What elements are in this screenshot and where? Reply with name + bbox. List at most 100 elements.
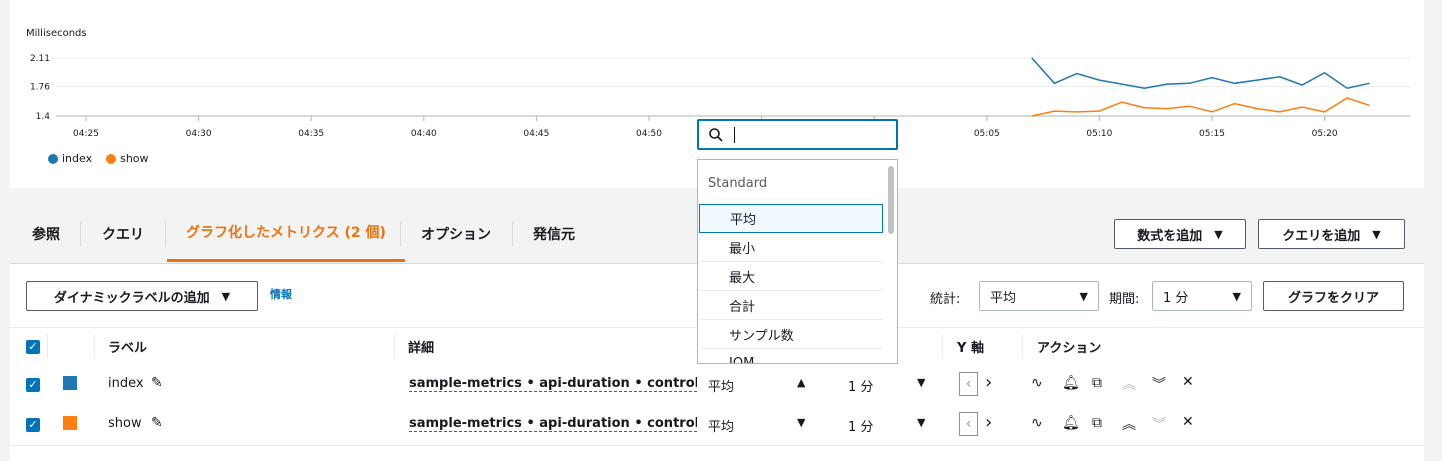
row-stat[interactable]: 平均	[708, 376, 734, 395]
tab-divider	[80, 221, 81, 247]
edit-icon[interactable]: ✎	[151, 375, 163, 391]
option-group-standard: Standard	[708, 176, 768, 191]
clear-graph-button[interactable]: グラフをクリア	[1263, 281, 1404, 311]
row-details[interactable]: sample-metrics • api-duration • controll…	[409, 416, 697, 432]
y-tick-label: 1.76	[30, 83, 50, 93]
x-tick-label: 04:35	[298, 129, 324, 139]
legend-item-show[interactable]: show	[106, 152, 149, 165]
row-stat[interactable]: 平均	[708, 416, 734, 435]
y-axis-label: Milliseconds	[26, 28, 87, 39]
tab-divider	[512, 221, 513, 247]
select-all-checkbox[interactable]: ✓	[26, 340, 40, 354]
caret-down-icon: ▼	[221, 289, 231, 303]
close-icon[interactable]: ✕	[1182, 414, 1194, 430]
stat-select[interactable]: 平均 ▼	[979, 281, 1099, 311]
column-divider	[394, 334, 395, 358]
edit-icon[interactable]: ✎	[151, 415, 163, 431]
x-tick-label: 04:50	[636, 129, 662, 139]
table-row: ✓ show ✎ sample-metrics • api-duration •…	[10, 405, 1424, 446]
series-line-index	[1031, 57, 1370, 90]
y-axis-right-icon[interactable]: ›	[985, 372, 992, 393]
caret-down-icon[interactable]: ▼	[797, 416, 805, 429]
option-sample-count[interactable]: サンプル数	[699, 320, 883, 349]
stat-label: 統計:	[930, 292, 961, 307]
move-up-icon[interactable]: ︽	[1122, 414, 1136, 434]
row-checkbox[interactable]: ✓	[26, 418, 40, 432]
search-icon	[709, 128, 723, 142]
statistic-dropdown: Standard 平均 最小 最大 合計 サンプル数 IQM	[697, 119, 898, 364]
table-row: ✓ index ✎ sample-metrics • api-duration …	[10, 365, 1424, 406]
move-down-icon[interactable]: ︾	[1152, 374, 1166, 394]
add-query-button[interactable]: クエリを追加 ▼	[1258, 219, 1405, 249]
period-select-value: 1 分	[1163, 290, 1189, 306]
add-query-label: クエリを追加	[1282, 228, 1361, 244]
tab-graphed-metrics[interactable]: グラフ化したメトリクス (2 個)	[167, 205, 405, 262]
dynamic-label-button[interactable]: ダイナミックラベルの追加 ▼	[26, 281, 258, 311]
caret-down-icon: ▼	[1372, 227, 1381, 241]
caret-up-icon[interactable]: ▲	[797, 376, 805, 389]
duplicate-icon[interactable]: ⧉	[1092, 415, 1102, 431]
y-axis-right-icon[interactable]: ›	[985, 412, 992, 433]
header-label: ラベル	[108, 341, 148, 356]
tab-divider	[165, 221, 166, 247]
color-swatch[interactable]	[63, 416, 77, 430]
tab-divider	[400, 221, 401, 247]
option-minimum[interactable]: 最小	[699, 233, 883, 262]
caret-down-icon: ▼	[1079, 289, 1088, 303]
column-divider	[47, 334, 48, 358]
x-tick-label: 05:15	[1199, 129, 1225, 139]
duplicate-icon[interactable]: ⧉	[1092, 375, 1102, 391]
header-y-axis: Y 軸	[957, 341, 984, 356]
y-axis-left-icon[interactable]: ‹	[959, 372, 978, 396]
y-axis-left-icon[interactable]: ‹	[959, 412, 978, 436]
period-label: 期間:	[1109, 292, 1140, 307]
legend-label-index: index	[62, 152, 93, 165]
scrollbar-thumb[interactable]	[888, 166, 894, 234]
row-period[interactable]: 1 分	[848, 416, 873, 435]
header-actions: アクション	[1037, 341, 1102, 356]
statistic-search-input[interactable]	[697, 119, 898, 150]
x-tick-label: 04:30	[186, 129, 212, 139]
option-sum[interactable]: 合計	[699, 291, 883, 320]
option-maximum[interactable]: 最大	[699, 262, 883, 291]
x-tick-label: 05:20	[1312, 129, 1338, 139]
row-label: index	[108, 376, 144, 391]
alarm-bell-icon[interactable]: 🔔︎	[1062, 375, 1080, 391]
tab-options[interactable]: オプション	[421, 205, 491, 262]
tab-browse[interactable]: 参照	[32, 205, 60, 262]
move-down-icon[interactable]: ︾	[1152, 414, 1166, 434]
column-divider	[94, 334, 95, 358]
tab-query[interactable]: クエリ	[102, 205, 144, 262]
row-label: show	[108, 416, 142, 431]
color-swatch[interactable]	[63, 376, 77, 390]
period-select[interactable]: 1 分 ▼	[1152, 281, 1252, 311]
close-icon[interactable]: ✕	[1182, 374, 1194, 390]
header-details: 詳細	[408, 341, 435, 356]
column-divider	[1022, 334, 1023, 358]
move-up-icon[interactable]: ︽	[1122, 374, 1136, 394]
row-checkbox[interactable]: ✓	[26, 378, 40, 392]
option-average[interactable]: 平均	[699, 204, 883, 233]
legend-label-show: show	[120, 152, 149, 165]
row-period[interactable]: 1 分	[848, 376, 873, 395]
caret-down-icon[interactable]: ▼	[917, 416, 925, 429]
row-details[interactable]: sample-metrics • api-duration • controll…	[409, 376, 697, 392]
caret-down-icon: ▼	[1214, 227, 1223, 241]
anomaly-detection-icon[interactable]: ∿	[1031, 375, 1043, 391]
statistic-options-list: Standard 平均 最小 最大 合計 サンプル数 IQM	[697, 159, 898, 364]
caret-down-icon[interactable]: ▼	[917, 376, 925, 389]
x-tick-label: 04:25	[73, 129, 99, 139]
clear-graph-label: グラフをクリア	[1287, 290, 1379, 306]
legend-swatch-index	[48, 153, 58, 164]
legend-swatch-show	[106, 153, 117, 164]
anomaly-detection-icon[interactable]: ∿	[1031, 415, 1043, 431]
tab-source[interactable]: 発信元	[533, 205, 575, 262]
x-tick-label: 04:45	[523, 129, 549, 139]
info-link[interactable]: 情報	[270, 286, 292, 302]
y-tick-label: 2.11	[30, 54, 50, 64]
alarm-bell-icon[interactable]: 🔔︎	[1062, 415, 1080, 431]
legend-item-index[interactable]: index	[48, 152, 92, 165]
option-iqm[interactable]: IQM	[699, 349, 883, 364]
column-divider	[942, 334, 943, 358]
add-math-button[interactable]: 数式を追加 ▼	[1114, 219, 1246, 249]
